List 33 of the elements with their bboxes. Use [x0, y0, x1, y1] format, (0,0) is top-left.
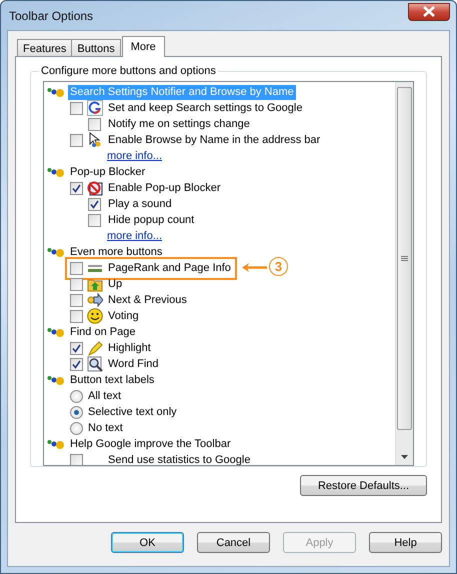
- option-label: Selective text only: [88, 406, 177, 418]
- option-label: All text: [88, 390, 122, 402]
- option-label: Hide popup count: [108, 214, 194, 226]
- option-label: Enable Browse by Name in the address bar: [108, 134, 320, 146]
- tab[interactable]: Features: [17, 39, 72, 57]
- dialog-button[interactable]: Cancel: [197, 532, 270, 553]
- option-label: Highlight: [108, 342, 151, 354]
- tab[interactable]: Buttons: [71, 39, 121, 57]
- window-title: Toolbar Options: [9, 8, 94, 22]
- group-heading[interactable]: Find on Page: [68, 324, 138, 340]
- option-label: Up: [108, 278, 122, 290]
- group-heading[interactable]: Pop-up Blocker: [68, 164, 148, 180]
- callout-number: 3: [269, 257, 288, 276]
- option-label: Enable Pop-up Blocker: [108, 182, 221, 194]
- dialog-button[interactable]: OK: [111, 532, 184, 553]
- group-heading[interactable]: Help Google improve the Toolbar: [68, 436, 233, 452]
- option-label: Set and keep Search settings to Google: [108, 102, 302, 114]
- option-label: Send use statistics to Google: [108, 454, 250, 465]
- option-label: No text: [88, 422, 123, 434]
- option-label: PageRank and Page Info: [108, 262, 231, 274]
- dialog-button[interactable]: Help: [369, 532, 442, 553]
- group-heading[interactable]: Button text labels: [68, 372, 156, 388]
- option-label: Voting: [108, 310, 139, 322]
- tab[interactable]: More: [122, 36, 165, 57]
- group-title: Configure more buttons and options: [41, 65, 216, 77]
- option-label: Play a sound: [108, 198, 172, 210]
- restore-defaults-button[interactable]: Restore Defaults...: [300, 475, 427, 496]
- option-label: Next & Previous: [108, 294, 187, 306]
- option-label: Notify me on settings change: [108, 118, 250, 130]
- more-info-link[interactable]: more info...: [107, 150, 162, 162]
- group-heading[interactable]: Even more buttons: [68, 244, 164, 260]
- option-label: Word Find: [108, 358, 159, 370]
- more-info-link[interactable]: more info...: [107, 230, 162, 242]
